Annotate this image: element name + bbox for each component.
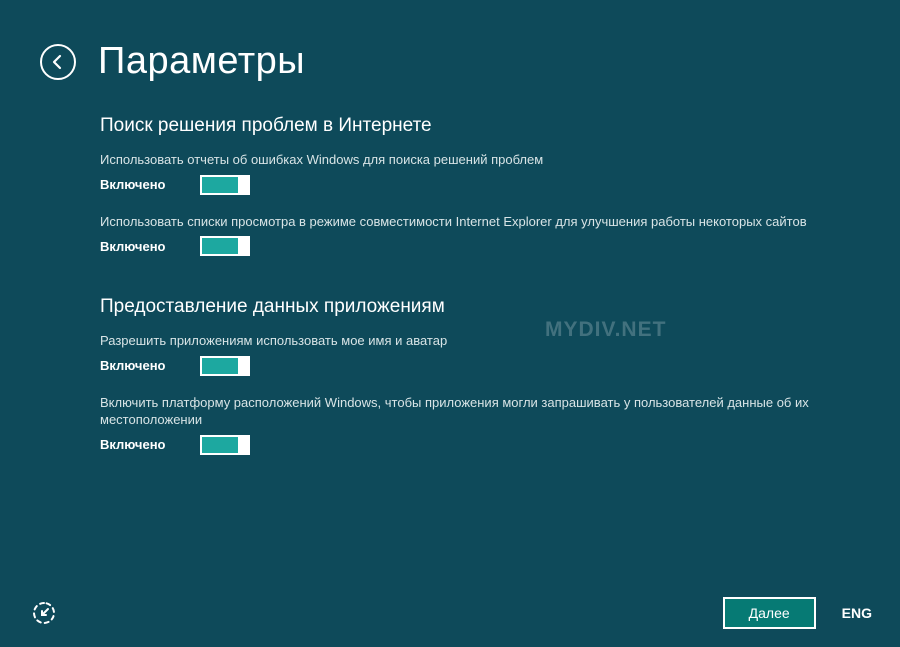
option-location-platform: Включить платформу расположений Windows,… bbox=[100, 394, 845, 455]
ease-of-access-button[interactable] bbox=[30, 599, 58, 627]
footer: Далее ENG bbox=[0, 589, 900, 629]
ease-of-access-icon bbox=[30, 599, 58, 627]
toggle-compat-lists[interactable] bbox=[200, 236, 250, 256]
option-description: Включить платформу расположений Windows,… bbox=[100, 394, 830, 429]
toggle-knob bbox=[238, 356, 250, 376]
option-name-avatar: Разрешить приложениям использовать мое и… bbox=[100, 332, 845, 376]
option-description: Использовать отчеты об ошибках Windows д… bbox=[100, 151, 830, 169]
language-indicator[interactable]: ENG bbox=[842, 605, 872, 621]
option-state-label: Включено bbox=[100, 358, 172, 373]
option-compat-lists: Использовать списки просмотра в режиме с… bbox=[100, 213, 845, 257]
option-description: Разрешить приложениям использовать мое и… bbox=[100, 332, 830, 350]
toggle-name-avatar[interactable] bbox=[200, 356, 250, 376]
section-internet-solutions: Поиск решения проблем в Интернете Исполь… bbox=[100, 115, 845, 256]
option-state-label: Включено bbox=[100, 437, 172, 452]
toggle-knob bbox=[238, 236, 250, 256]
back-button[interactable] bbox=[40, 44, 76, 80]
next-button[interactable]: Далее bbox=[723, 597, 816, 629]
section-title: Поиск решения проблем в Интернете bbox=[100, 115, 845, 137]
toggle-knob bbox=[238, 175, 250, 195]
page-title: Параметры bbox=[98, 40, 305, 83]
section-app-data: Предоставление данных приложениям Разреш… bbox=[100, 296, 845, 455]
option-state-label: Включено bbox=[100, 239, 172, 254]
option-error-reports: Использовать отчеты об ошибках Windows д… bbox=[100, 151, 845, 195]
toggle-knob bbox=[238, 435, 250, 455]
section-title: Предоставление данных приложениям bbox=[100, 296, 845, 318]
option-description: Использовать списки просмотра в режиме с… bbox=[100, 213, 830, 231]
settings-content: Поиск решения проблем в Интернете Исполь… bbox=[100, 115, 845, 495]
toggle-location-platform[interactable] bbox=[200, 435, 250, 455]
toggle-error-reports[interactable] bbox=[200, 175, 250, 195]
option-state-label: Включено bbox=[100, 177, 172, 192]
arrow-left-icon bbox=[49, 53, 67, 71]
